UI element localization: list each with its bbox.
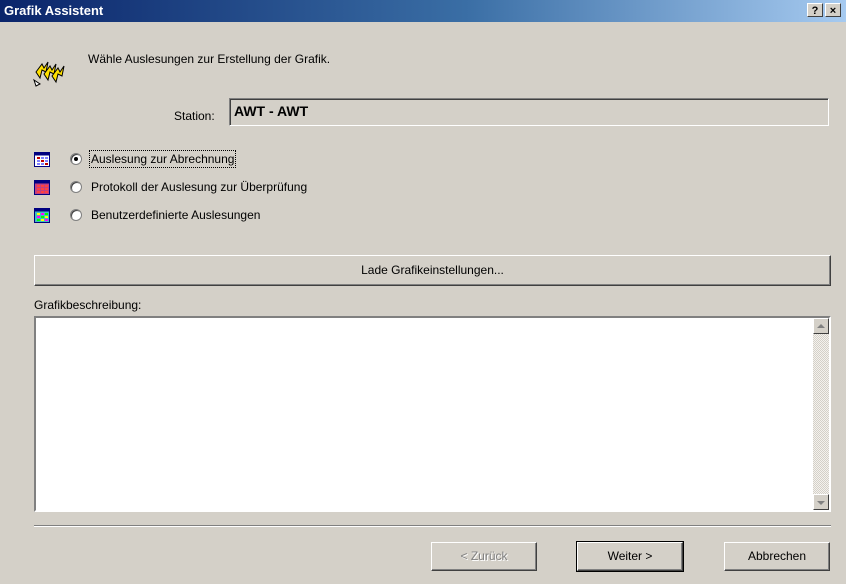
next-button[interactable]: Weiter > bbox=[576, 541, 684, 572]
radio-custom-readouts[interactable] bbox=[70, 209, 82, 221]
close-button[interactable]: × bbox=[825, 3, 841, 17]
radio-selected-dot bbox=[74, 157, 78, 161]
help-button[interactable]: ? bbox=[807, 3, 823, 17]
cancel-button[interactable]: Abbrechen bbox=[724, 542, 830, 571]
back-button[interactable]: < Zurück bbox=[431, 542, 537, 571]
option-label: Protokoll der Auslesung zur Überprüfung bbox=[91, 180, 308, 194]
station-label: Station: bbox=[174, 109, 215, 123]
separator-line bbox=[34, 525, 831, 527]
station-field: AWT - AWT bbox=[229, 98, 829, 126]
scroll-up-button[interactable] bbox=[813, 318, 829, 334]
option-label: Auslesung zur Abrechnung bbox=[88, 150, 237, 168]
title-bar: Grafik Assistent ? × bbox=[0, 0, 846, 22]
instruction-text: Wähle Auslesungen zur Erstellung der Gra… bbox=[88, 52, 331, 66]
wizard-icon bbox=[33, 61, 65, 87]
radio-check-protocol[interactable] bbox=[70, 181, 82, 193]
option-label: Benutzerdefinierte Auslesungen bbox=[91, 208, 261, 222]
vertical-scrollbar[interactable] bbox=[813, 318, 829, 510]
description-textarea[interactable] bbox=[34, 316, 831, 512]
calendar-icon bbox=[34, 208, 50, 223]
calendar-icon bbox=[34, 180, 50, 195]
scroll-up-arrow-icon bbox=[817, 324, 825, 328]
calendar-icon bbox=[34, 152, 50, 167]
load-graph-settings-button[interactable]: Lade Grafikeinstellungen... bbox=[34, 255, 831, 286]
radio-billing-readout[interactable] bbox=[70, 153, 82, 165]
description-label: Grafikbeschreibung: bbox=[34, 298, 142, 312]
scroll-down-button[interactable] bbox=[813, 494, 829, 510]
scroll-down-arrow-icon bbox=[817, 501, 825, 505]
window-title: Grafik Assistent bbox=[4, 3, 104, 18]
